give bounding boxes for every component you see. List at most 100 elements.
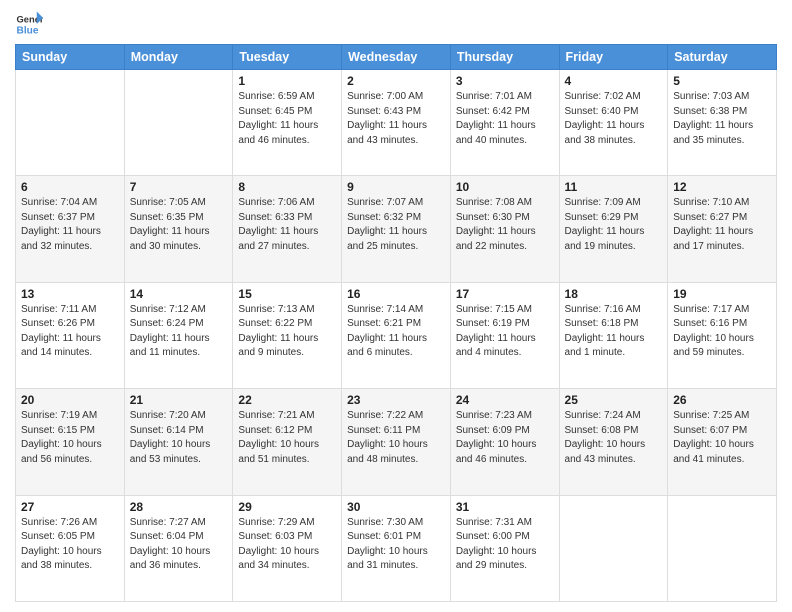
calendar-cell: 12Sunrise: 7:10 AMSunset: 6:27 PMDayligh… [668, 176, 777, 282]
day-info: Sunrise: 7:19 AMSunset: 6:15 PMDaylight:… [21, 409, 119, 467]
calendar-week-5: 27 Sunrise: 7:26 AMSunset: 6:05 PMDayligh… [16, 495, 777, 601]
day-info: Sunrise: 7:20 AMSunset: 6:14 PMDaylight:… [130, 409, 228, 467]
day-number: 9 [347, 180, 445, 194]
day-number: 2 [347, 74, 445, 88]
calendar-week-4: 20Sunrise: 7:19 AMSunset: 6:15 PMDayligh… [16, 389, 777, 495]
weekday-header-thursday: Thursday [450, 45, 559, 70]
logo: General Blue [15, 10, 43, 38]
day-info: Sunrise: 7:12 AMSunset: 6:24 PMDaylight:… [130, 303, 228, 361]
day-number: 24 [456, 393, 554, 407]
calendar-cell: 21 Sunrise: 7:20 AMSunset: 6:14 PMDayligh… [124, 389, 233, 495]
calendar-cell: 11 Sunrise: 7:09 AMSunset: 6:29 PMDayligh… [559, 176, 668, 282]
calendar-cell: 14 Sunrise: 7:12 AMSunset: 6:24 PMDayligh… [124, 282, 233, 388]
calendar-cell [124, 70, 233, 176]
calendar-cell: 30 Sunrise: 7:30 AMSunset: 6:01 PMDayligh… [342, 495, 451, 601]
day-info: Sunrise: 7:17 AMSunset: 6:16 PMDaylight:… [673, 303, 771, 361]
calendar-cell: 1 Sunrise: 6:59 AMSunset: 6:45 PMDaylight… [233, 70, 342, 176]
day-info: Sunrise: 7:21 AMSunset: 6:12 PMDaylight:… [238, 409, 336, 467]
calendar-cell: 28 Sunrise: 7:27 AMSunset: 6:04 PMDayligh… [124, 495, 233, 601]
calendar-week-1: 1 Sunrise: 6:59 AMSunset: 6:45 PMDaylight… [16, 70, 777, 176]
day-number: 22 [238, 393, 336, 407]
day-number: 5 [673, 74, 771, 88]
day-number: 26 [673, 393, 771, 407]
calendar-cell: 20Sunrise: 7:19 AMSunset: 6:15 PMDayligh… [16, 389, 125, 495]
calendar-cell: 10Sunrise: 7:08 AMSunset: 6:30 PMDayligh… [450, 176, 559, 282]
day-info: Sunrise: 7:07 AMSunset: 6:32 PMDaylight:… [347, 196, 445, 254]
day-info: Sunrise: 7:24 AMSunset: 6:08 PMDaylight:… [565, 409, 663, 467]
day-number: 10 [456, 180, 554, 194]
logo-icon: General Blue [15, 10, 43, 38]
day-info: Sunrise: 7:30 AMSunset: 6:01 PMDaylight:… [347, 516, 445, 574]
calendar-cell: 4Sunrise: 7:02 AMSunset: 6:40 PMDaylight… [559, 70, 668, 176]
day-number: 27 [21, 500, 119, 514]
calendar-cell: 15 Sunrise: 7:13 AMSunset: 6:22 PMDayligh… [233, 282, 342, 388]
day-info: Sunrise: 7:01 AMSunset: 6:42 PMDaylight:… [456, 90, 554, 148]
day-number: 21 [130, 393, 228, 407]
day-number: 1 [238, 74, 336, 88]
day-number: 18 [565, 287, 663, 301]
calendar-cell [16, 70, 125, 176]
day-info: Sunrise: 7:00 AMSunset: 6:43 PMDaylight:… [347, 90, 445, 148]
calendar-week-3: 13 Sunrise: 7:11 AMSunset: 6:26 PMDayligh… [16, 282, 777, 388]
day-info: Sunrise: 7:14 AMSunset: 6:21 PMDaylight:… [347, 303, 445, 361]
day-number: 19 [673, 287, 771, 301]
day-number: 25 [565, 393, 663, 407]
calendar-cell: 24 Sunrise: 7:23 AMSunset: 6:09 PMDayligh… [450, 389, 559, 495]
weekday-header-sunday: Sunday [16, 45, 125, 70]
day-info: Sunrise: 7:02 AMSunset: 6:40 PMDaylight:… [565, 90, 663, 148]
day-number: 16 [347, 287, 445, 301]
calendar-cell: 26Sunrise: 7:25 AMSunset: 6:07 PMDayligh… [668, 389, 777, 495]
calendar-cell: 22 Sunrise: 7:21 AMSunset: 6:12 PMDayligh… [233, 389, 342, 495]
day-info: Sunrise: 7:06 AMSunset: 6:33 PMDaylight:… [238, 196, 336, 254]
day-info: Sunrise: 7:09 AMSunset: 6:29 PMDaylight:… [565, 196, 663, 254]
day-info: Sunrise: 7:11 AMSunset: 6:26 PMDaylight:… [21, 303, 119, 361]
day-info: Sunrise: 7:29 AMSunset: 6:03 PMDaylight:… [238, 516, 336, 574]
weekday-header-monday: Monday [124, 45, 233, 70]
day-number: 14 [130, 287, 228, 301]
day-number: 15 [238, 287, 336, 301]
day-number: 6 [21, 180, 119, 194]
day-info: Sunrise: 7:13 AMSunset: 6:22 PMDaylight:… [238, 303, 336, 361]
svg-text:Blue: Blue [17, 25, 39, 36]
day-number: 3 [456, 74, 554, 88]
calendar-cell: 16 Sunrise: 7:14 AMSunset: 6:21 PMDayligh… [342, 282, 451, 388]
calendar-body: 1 Sunrise: 6:59 AMSunset: 6:45 PMDaylight… [16, 70, 777, 602]
calendar-cell: 27 Sunrise: 7:26 AMSunset: 6:05 PMDayligh… [16, 495, 125, 601]
day-number: 30 [347, 500, 445, 514]
calendar-cell: 5 Sunrise: 7:03 AMSunset: 6:38 PMDaylight… [668, 70, 777, 176]
day-info: Sunrise: 6:59 AMSunset: 6:45 PMDaylight:… [238, 90, 336, 148]
day-number: 13 [21, 287, 119, 301]
calendar-cell: 31Sunrise: 7:31 AMSunset: 6:00 PMDayligh… [450, 495, 559, 601]
day-info: Sunrise: 7:27 AMSunset: 6:04 PMDaylight:… [130, 516, 228, 574]
weekday-header-wednesday: Wednesday [342, 45, 451, 70]
day-number: 8 [238, 180, 336, 194]
calendar-cell [668, 495, 777, 601]
calendar-cell: 17 Sunrise: 7:15 AMSunset: 6:19 PMDayligh… [450, 282, 559, 388]
day-info: Sunrise: 7:31 AMSunset: 6:00 PMDaylight:… [456, 516, 554, 574]
day-info: Sunrise: 7:22 AMSunset: 6:11 PMDaylight:… [347, 409, 445, 467]
day-number: 28 [130, 500, 228, 514]
calendar-table: SundayMondayTuesdayWednesdayThursdayFrid… [15, 44, 777, 602]
day-info: Sunrise: 7:26 AMSunset: 6:05 PMDaylight:… [21, 516, 119, 574]
day-info: Sunrise: 7:03 AMSunset: 6:38 PMDaylight:… [673, 90, 771, 148]
calendar-cell: 19 Sunrise: 7:17 AMSunset: 6:16 PMDayligh… [668, 282, 777, 388]
day-number: 17 [456, 287, 554, 301]
calendar-cell: 18Sunrise: 7:16 AMSunset: 6:18 PMDayligh… [559, 282, 668, 388]
calendar-cell: 9 Sunrise: 7:07 AMSunset: 6:32 PMDaylight… [342, 176, 451, 282]
day-number: 11 [565, 180, 663, 194]
day-number: 7 [130, 180, 228, 194]
page: General Blue SundayMondayTuesdayWednesda… [0, 0, 792, 612]
weekday-header-tuesday: Tuesday [233, 45, 342, 70]
calendar-cell: 8 Sunrise: 7:06 AMSunset: 6:33 PMDaylight… [233, 176, 342, 282]
weekday-header-friday: Friday [559, 45, 668, 70]
calendar-cell: 29 Sunrise: 7:29 AMSunset: 6:03 PMDayligh… [233, 495, 342, 601]
calendar-cell: 25 Sunrise: 7:24 AMSunset: 6:08 PMDayligh… [559, 389, 668, 495]
calendar-cell: 23Sunrise: 7:22 AMSunset: 6:11 PMDayligh… [342, 389, 451, 495]
day-number: 12 [673, 180, 771, 194]
calendar-cell: 3 Sunrise: 7:01 AMSunset: 6:42 PMDaylight… [450, 70, 559, 176]
day-info: Sunrise: 7:15 AMSunset: 6:19 PMDaylight:… [456, 303, 554, 361]
day-number: 29 [238, 500, 336, 514]
calendar-cell: 2 Sunrise: 7:00 AMSunset: 6:43 PMDaylight… [342, 70, 451, 176]
day-info: Sunrise: 7:23 AMSunset: 6:09 PMDaylight:… [456, 409, 554, 467]
calendar-cell: 7Sunrise: 7:05 AMSunset: 6:35 PMDaylight… [124, 176, 233, 282]
